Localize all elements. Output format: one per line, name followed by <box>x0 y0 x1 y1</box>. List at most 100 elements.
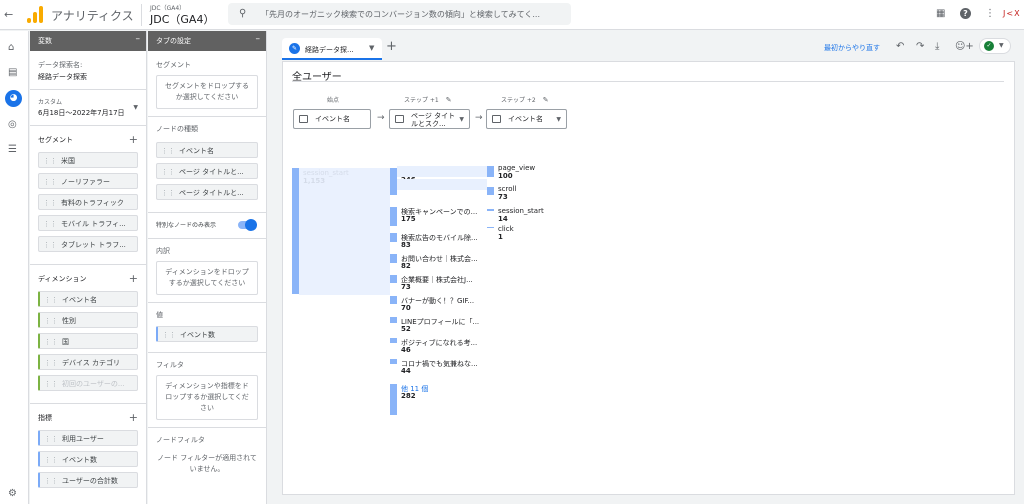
sankey-node[interactable] <box>390 207 397 226</box>
chevron-down-icon[interactable]: ▼ <box>369 44 374 52</box>
metric-chip[interactable]: ⋮⋮ イベント数 <box>38 451 138 467</box>
sankey-node[interactable] <box>390 275 397 283</box>
node-type-chip[interactable]: ⋮⋮ ページ タイトルと... <box>156 184 258 200</box>
start-node-dropdown[interactable]: イベント名 <box>293 109 371 129</box>
node-type-chip[interactable]: ⋮⋮ イベント名 <box>156 142 258 158</box>
sankey-node[interactable] <box>390 338 397 343</box>
drag-handle-icon[interactable]: ⋮⋮ <box>44 359 58 367</box>
metric-chip[interactable]: ⋮⋮ 利用ユーザー <box>38 430 138 446</box>
segment-drop-zone[interactable]: セグメントをドロップするか選択してください <box>156 75 258 109</box>
drag-handle-icon[interactable]: ⋮⋮ <box>43 178 57 186</box>
dimension-chip[interactable]: ⋮⋮ 性別 <box>38 312 138 328</box>
segment-chip[interactable]: ⋮⋮ 米国 <box>38 152 138 168</box>
segment-chip[interactable]: ⋮⋮ ノーリファラー <box>38 173 138 189</box>
drag-handle-icon[interactable]: ⋮⋮ <box>162 331 176 339</box>
arrow-back-icon[interactable]: ← <box>4 8 13 21</box>
sankey-node[interactable] <box>390 359 397 364</box>
breakdown-drop-zone[interactable]: ディメンションをドロップするか選択してください <box>156 261 258 295</box>
sankey-node[interactable] <box>390 233 397 242</box>
dimension-chip[interactable]: ⋮⋮ 初回のユーザーの... <box>38 375 138 391</box>
minimize-icon[interactable]: – <box>256 34 261 44</box>
sankey-node-label[interactable]: click <box>498 225 514 233</box>
configure-icon[interactable]: ☰ <box>8 144 17 155</box>
drag-handle-icon[interactable]: ⋮⋮ <box>161 147 175 155</box>
drag-handle-icon[interactable]: ⋮⋮ <box>44 317 58 325</box>
sankey-node-label[interactable]: 企業概要｜株式会社J... <box>401 275 473 285</box>
segment-chip[interactable]: ⋮⋮ モバイル トラフィ... <box>38 215 138 231</box>
sankey-node-label[interactable]: LINEプロフィールに「... <box>401 317 479 327</box>
sankey-node-label[interactable]: お問い合わせ｜株式会... <box>401 254 478 264</box>
sankey-node-label[interactable]: scroll <box>498 185 516 193</box>
property-selector[interactable]: JDC（GA4） <box>150 11 214 27</box>
home-icon[interactable]: ⌂ <box>8 42 14 53</box>
search-bar[interactable]: ⚲ 「先月のオーガニック検索でのコンバージョン数の傾向」と検索してみてく... <box>228 3 571 25</box>
add-tab-button[interactable]: + <box>386 39 397 54</box>
drag-handle-icon[interactable]: ⋮⋮ <box>161 189 175 197</box>
unique-nodes-toggle[interactable] <box>238 219 257 231</box>
drag-handle-icon[interactable]: ⋮⋮ <box>43 241 57 249</box>
dimension-chip[interactable]: ⋮⋮ デバイス カテゴリ <box>38 354 138 370</box>
sankey-node[interactable] <box>390 296 397 304</box>
drag-handle-icon[interactable]: ⋮⋮ <box>44 338 58 346</box>
step2-node-dropdown[interactable]: イベント名 ▼ <box>486 109 567 129</box>
drag-handle-icon[interactable]: ⋮⋮ <box>43 157 57 165</box>
sankey-node-label[interactable]: ポジティブになれる考... <box>401 338 477 348</box>
drag-handle-icon[interactable]: ⋮⋮ <box>43 220 57 228</box>
edit-icon[interactable]: ✎ <box>543 96 549 104</box>
more-vert-icon[interactable]: ⋮ <box>985 8 995 19</box>
chevron-down-icon[interactable]: ▼ <box>133 104 138 111</box>
minimize-icon[interactable]: – <box>136 34 141 44</box>
step1-node-dropdown[interactable]: ページ タイトルとスク... ▼ <box>389 109 470 129</box>
sankey-node[interactable] <box>487 166 494 177</box>
dimension-chip[interactable]: ⋮⋮ イベント名 <box>38 291 138 307</box>
sankey-node-label[interactable]: コロナ禍でも気兼ねな... <box>401 359 478 369</box>
date-range-value[interactable]: 6月18日～2022年7月17日 <box>38 108 138 118</box>
sankey-node[interactable] <box>390 254 397 263</box>
redo-icon[interactable]: ↷ <box>916 41 924 52</box>
settings-icon[interactable]: ⚙ <box>8 488 17 499</box>
filter-drop-zone[interactable]: ディメンションや指標をドロップするか選択してください <box>156 375 258 420</box>
add-dimension-icon[interactable]: + <box>129 272 138 285</box>
date-range-section[interactable]: カスタム 6月18日～2022年7月17日 ▼ <box>30 90 146 126</box>
drag-handle-icon[interactable]: ⋮⋮ <box>44 477 58 485</box>
share-user-icon[interactable]: ☺+ <box>955 41 974 52</box>
metric-chip[interactable]: ⋮⋮ ユーザーの合計数 <box>38 472 138 488</box>
drag-handle-icon[interactable]: ⋮⋮ <box>44 380 58 388</box>
sankey-node-label[interactable]: session_start <box>498 207 544 215</box>
sankey-node[interactable] <box>390 384 397 415</box>
sankey-node[interactable] <box>390 317 397 323</box>
help-icon[interactable]: ? <box>960 8 971 19</box>
sankey-node[interactable] <box>292 168 299 294</box>
drag-handle-icon[interactable]: ⋮⋮ <box>161 168 175 176</box>
tab-label[interactable]: 経路データ探... <box>305 45 354 55</box>
brand-logo[interactable]: J<X <box>1003 9 1021 18</box>
value-chip[interactable]: ⋮⋮ イベント数 <box>156 326 258 342</box>
node-type-chip[interactable]: ⋮⋮ ページ タイトルと... <box>156 163 258 179</box>
sankey-node[interactable] <box>487 209 494 211</box>
apps-grid-icon[interactable]: ▦ <box>936 8 945 19</box>
download-icon[interactable]: ⤓ <box>935 41 939 52</box>
drag-handle-icon[interactable]: ⋮⋮ <box>44 296 58 304</box>
sankey-node[interactable] <box>487 187 494 195</box>
exploration-name-input[interactable]: 経路データ探索 <box>38 72 138 82</box>
reports-icon[interactable]: ▤ <box>8 67 17 78</box>
edit-icon[interactable]: ✎ <box>446 96 452 104</box>
add-segment-icon[interactable]: + <box>129 133 138 146</box>
sankey-node-label[interactable]: 検索広告のモバイル除... <box>401 233 478 243</box>
tab-path-exploration[interactable]: ✎ 経路データ探... ▼ <box>282 38 382 60</box>
explore-icon[interactable]: ◕ <box>5 90 22 107</box>
status-dropdown[interactable]: ✓ ▼ <box>979 38 1011 54</box>
edit-icon[interactable]: ✎ <box>289 43 300 54</box>
drag-handle-icon[interactable]: ⋮⋮ <box>44 435 58 443</box>
sankey-node[interactable] <box>487 227 494 228</box>
advertising-icon[interactable]: ◎ <box>8 119 17 130</box>
search-input[interactable]: 「先月のオーガニック検索でのコンバージョン数の傾向」と検索してみてく... <box>261 9 540 20</box>
add-metric-icon[interactable]: + <box>129 411 138 424</box>
segment-chip[interactable]: ⋮⋮ タブレット トラフ... <box>38 236 138 252</box>
drag-handle-icon[interactable]: ⋮⋮ <box>44 456 58 464</box>
reset-button[interactable]: 最初からやり直す <box>824 43 880 53</box>
sankey-node-label[interactable]: バナーが動く！？GIF... <box>401 296 474 306</box>
undo-icon[interactable]: ↶ <box>896 41 904 52</box>
sankey-node-label[interactable]: page_view <box>498 164 535 172</box>
sankey-node[interactable] <box>390 168 397 195</box>
